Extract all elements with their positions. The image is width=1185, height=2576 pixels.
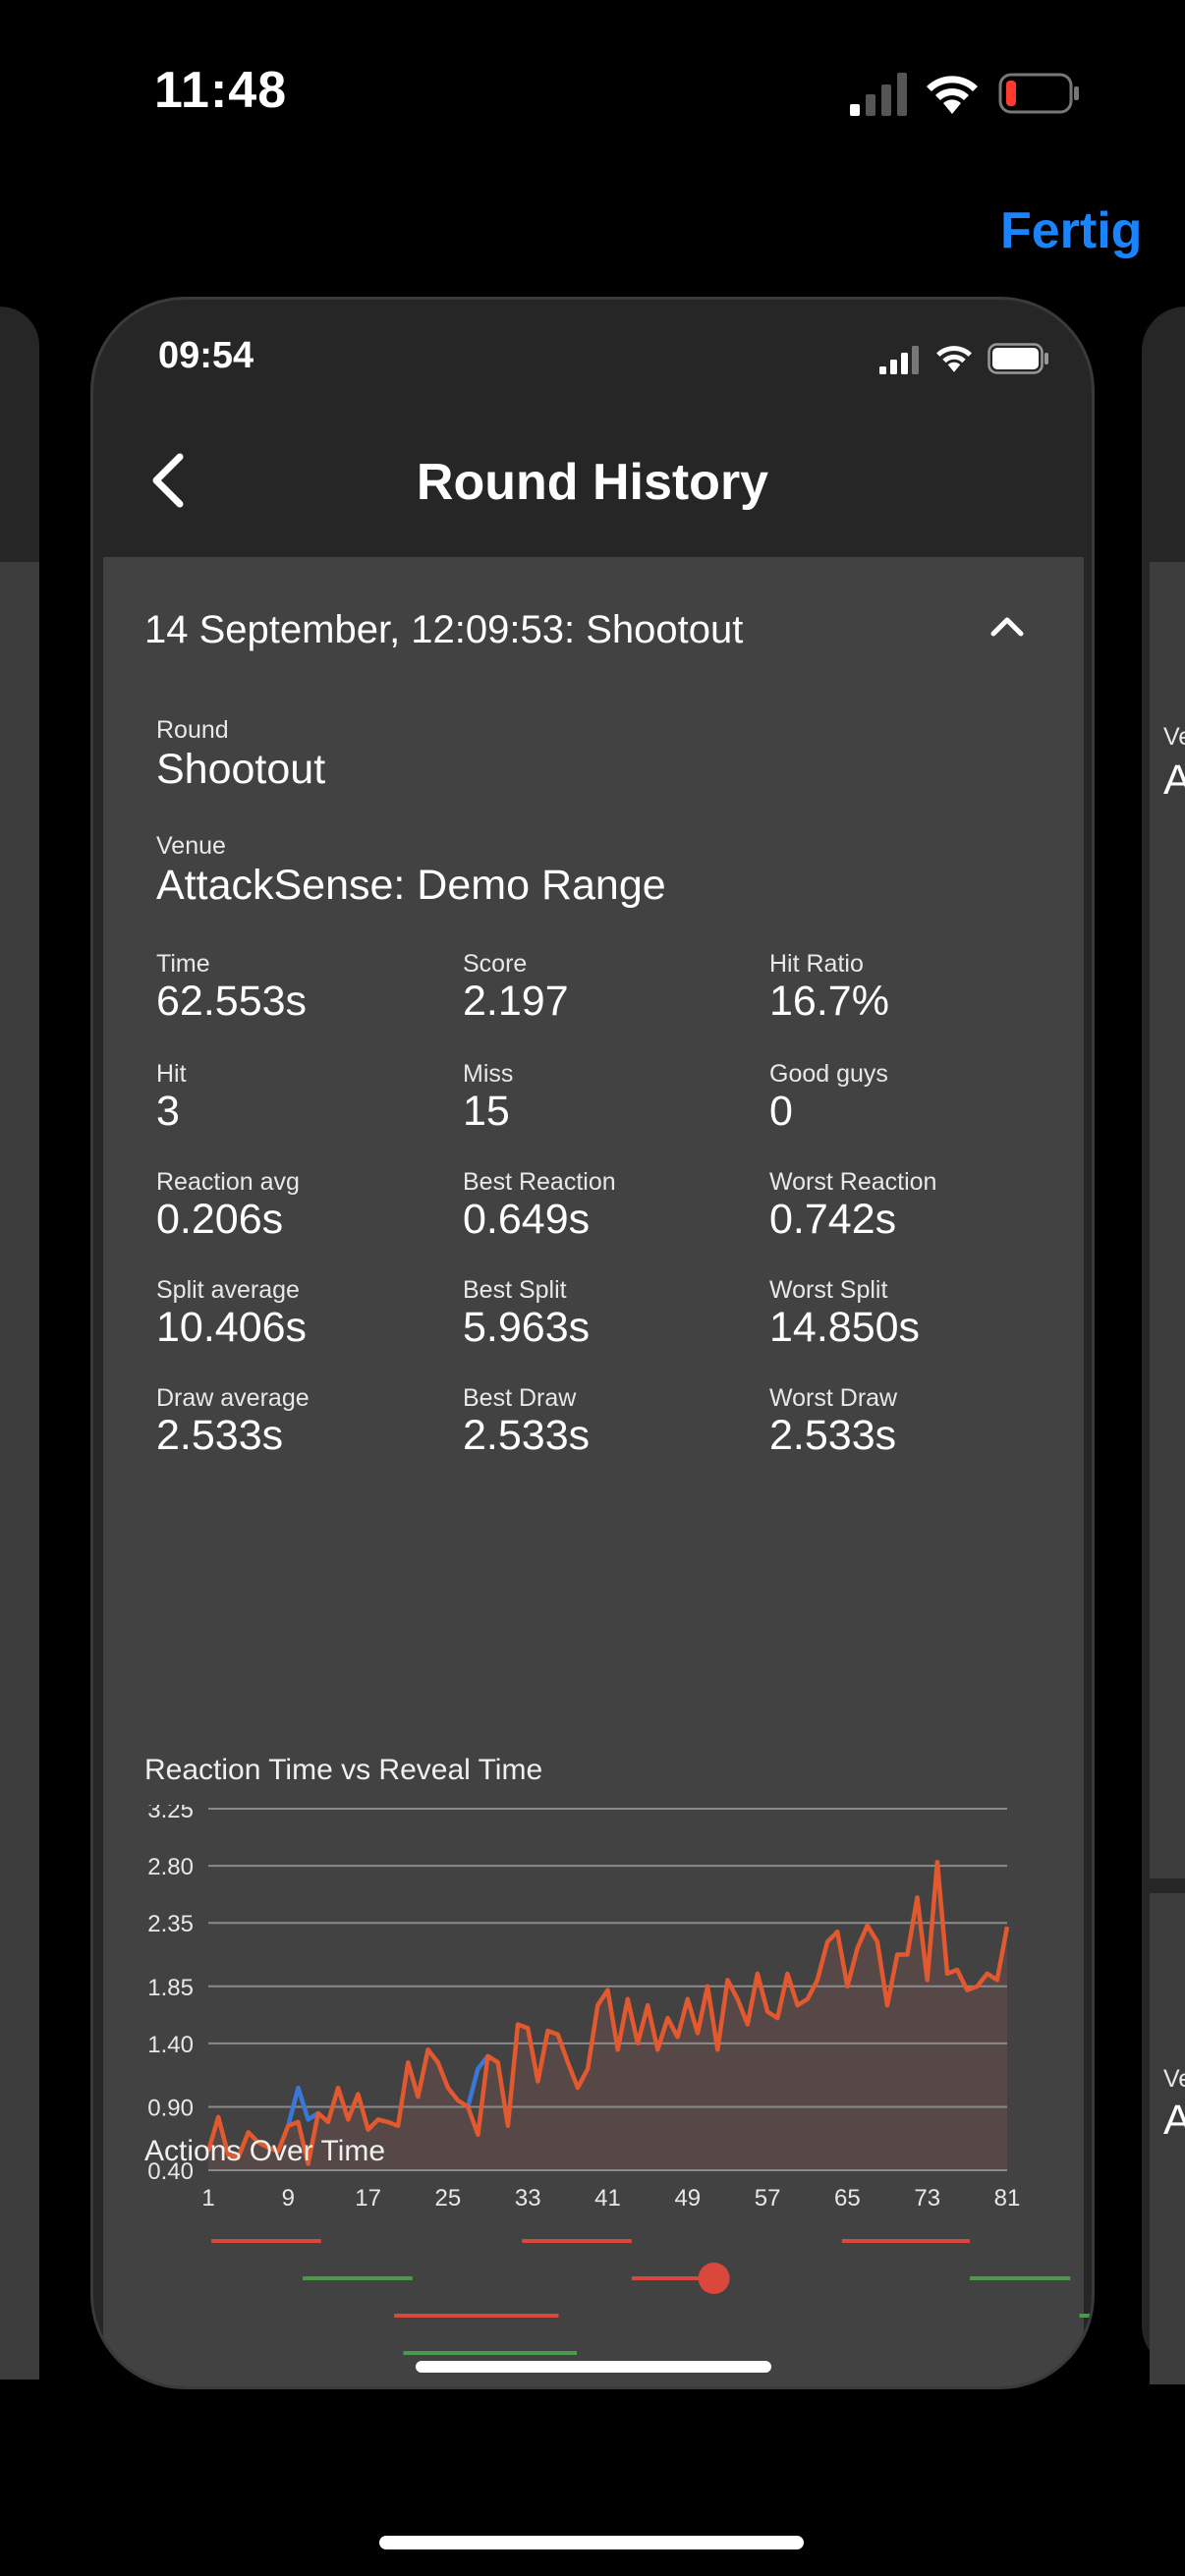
y-tick-label: 2.35 <box>147 1911 194 1937</box>
battery-low-icon <box>998 73 1081 119</box>
stat-value: 2.533s <box>769 1412 897 1459</box>
inner-battery-icon <box>988 343 1050 379</box>
round-panel: 14 September, 12:09:53: Shootout Round S… <box>103 557 1084 2386</box>
stat-value: 0 <box>769 1088 793 1135</box>
right-card-value-2: A <box>1163 2097 1185 2144</box>
inner-signal-icon <box>879 345 921 379</box>
wifi-icon <box>924 73 981 121</box>
stat-label: Worst Reaction <box>769 1168 937 1196</box>
done-button[interactable]: Fertig <box>1000 201 1142 260</box>
reaction-chart-title: Reaction Time vs Reveal Time <box>144 1754 543 1786</box>
stat-value: 0.649s <box>463 1196 591 1243</box>
action-marker <box>698 2263 730 2294</box>
stat-label: Miss <box>463 1060 514 1088</box>
right-side-card[interactable]: Ve A Ve A <box>1142 307 1185 2384</box>
y-tick-label: 1.85 <box>147 1975 194 2001</box>
signal-icon <box>848 71 907 121</box>
status-time: 11:48 <box>154 62 288 119</box>
actions-chart-title: Actions Over Time <box>144 2135 386 2167</box>
stat-label: Worst Draw <box>769 1384 898 1412</box>
stat-label: Reaction avg <box>156 1168 300 1196</box>
inner-wifi-icon <box>934 343 974 379</box>
stat-value: 14.850s <box>769 1304 921 1351</box>
y-tick-label: 2.80 <box>147 1854 194 1880</box>
stat-value: 0.206s <box>156 1196 284 1243</box>
y-tick-label: 3.25 <box>147 1805 194 1823</box>
stats-grid: Time 62.553s Score 2.197 Hit Ratio 16.7% Hit 3 M… <box>103 557 1084 1736</box>
inner-status-time: 09:54 <box>158 335 254 376</box>
stat-label: Draw average <box>156 1384 310 1412</box>
stat-label: Hit <box>156 1060 187 1088</box>
stat-value: 10.406s <box>156 1304 308 1351</box>
left-side-card[interactable] <box>0 307 39 2380</box>
stat-value: 0.742s <box>769 1196 897 1243</box>
stat-value: 2.533s <box>156 1412 284 1459</box>
stat-label: Best Draw <box>463 1384 577 1412</box>
stat-value: 2.533s <box>463 1412 591 1459</box>
stat-label: Best Reaction <box>463 1168 616 1196</box>
stat-value: 5.963s <box>463 1304 591 1351</box>
stat-label: Best Split <box>463 1276 567 1304</box>
screenshot-card[interactable]: 09:54 Round History 14 September, 12:09:… <box>90 297 1095 2389</box>
right-card-label-2: Ve <box>1163 2065 1185 2093</box>
home-indicator <box>379 2536 804 2549</box>
stat-label: Split average <box>156 1276 300 1304</box>
y-tick-label: 1.40 <box>147 2032 194 2058</box>
stat-label: Good guys <box>769 1060 888 1088</box>
stat-value: 2.197 <box>463 978 569 1025</box>
right-card-value: A <box>1163 756 1185 804</box>
stat-value: 3 <box>156 1088 180 1135</box>
y-tick-label: 0.90 <box>147 2095 194 2121</box>
page-title: Round History <box>416 454 769 511</box>
stat-label: Score <box>463 950 528 978</box>
stat-value: 62.553s <box>156 978 308 1025</box>
right-card-label: Ve <box>1163 723 1185 751</box>
stat-label: Time <box>156 950 210 978</box>
stat-value: 16.7% <box>769 978 889 1025</box>
stat-value: 15 <box>463 1088 510 1135</box>
stat-label: Worst Split <box>769 1276 888 1304</box>
stat-label: Hit Ratio <box>769 950 864 978</box>
inner-home-indicator <box>416 2361 771 2373</box>
